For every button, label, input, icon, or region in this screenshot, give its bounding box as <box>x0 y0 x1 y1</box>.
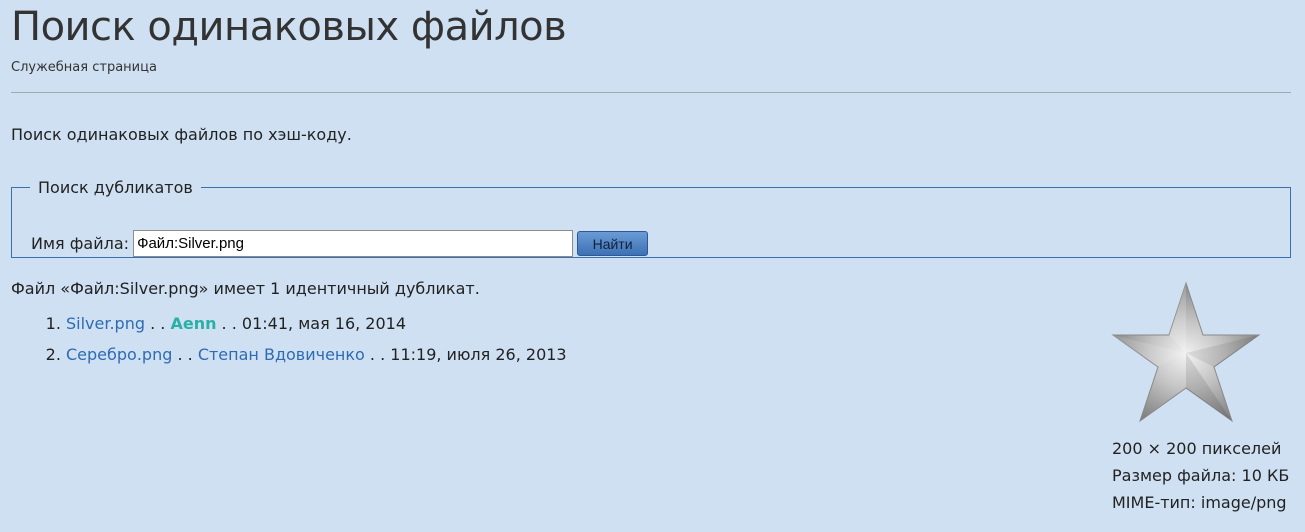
header-divider <box>11 92 1291 93</box>
duplicate-search-form: Поиск дубликатов Имя файла: Найти <box>11 178 1291 258</box>
upload-date: 01:41, мая 16, 2014 <box>241 314 407 333</box>
file-size: Размер файла: 10 КБ <box>1112 466 1290 485</box>
find-button[interactable]: Найти <box>577 231 649 256</box>
user-link[interactable]: Степан Вдовиченко <box>198 345 365 364</box>
separator: . . <box>364 345 391 364</box>
file-link[interactable]: Silver.png <box>66 314 145 333</box>
list-item: Silver.png . . Aenn . . 01:41, мая 16, 2… <box>66 313 567 344</box>
separator: . . <box>216 314 242 333</box>
separator: . . <box>145 314 171 333</box>
intro-text: Поиск одинаковых файлов по хэш-коду. <box>11 125 352 144</box>
image-dimensions: 200 × 200 пикселей <box>1112 439 1282 458</box>
mime-type: MIME-тип: image/png <box>1112 493 1287 512</box>
filename-input[interactable] <box>133 230 574 257</box>
silver-star-icon[interactable] <box>1111 281 1261 423</box>
upload-date: 11:19, июля 26, 2013 <box>390 345 567 364</box>
file-link[interactable]: Серебро.png <box>66 345 172 364</box>
page-title: Поиск одинаковых файлов <box>11 4 567 50</box>
file-info: 200 × 200 пикселей Размер файла: 10 КБ M… <box>1112 435 1289 516</box>
page-subtitle: Служебная страница <box>11 60 157 75</box>
separator: . . <box>172 345 198 364</box>
form-legend: Поиск дубликатов <box>38 178 193 197</box>
list-item: Серебро.png . . Степан Вдовиченко . . 11… <box>66 344 567 375</box>
filename-row: Имя файла: Найти <box>31 230 649 257</box>
duplicate-list: Silver.png . . Aenn . . 01:41, мая 16, 2… <box>11 313 567 375</box>
user-link[interactable]: Aenn <box>170 314 216 333</box>
filename-label: Имя файла: <box>31 234 130 253</box>
result-summary: Файл «Файл:Silver.png» имеет 1 идентичны… <box>11 279 480 298</box>
